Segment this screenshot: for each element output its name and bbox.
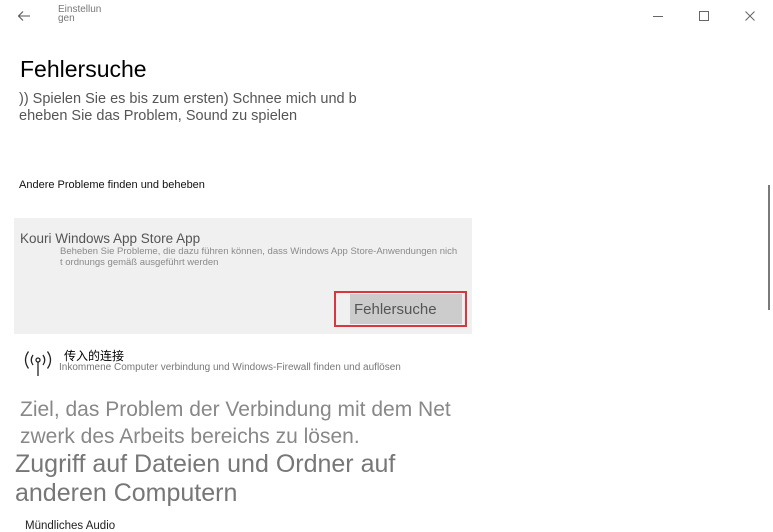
- back-button[interactable]: [12, 4, 36, 28]
- page-description: )) Spielen Sie es bis zum ersten) Schnee…: [19, 91, 357, 124]
- close-button[interactable]: [738, 4, 762, 28]
- settings-window: Einstellungen Fehlersuche )) Spielen Sie…: [0, 0, 773, 532]
- files-text: Zugriff auf Dateien und Ordner auf ander…: [15, 450, 396, 507]
- minimize-button[interactable]: [646, 4, 670, 28]
- maximize-icon: [699, 11, 709, 21]
- antenna-icon: [24, 351, 52, 376]
- scrollbar[interactable]: [768, 185, 770, 310]
- minimize-icon: [653, 16, 663, 17]
- back-arrow-icon: [17, 11, 30, 21]
- title-bar: Einstellungen: [0, 0, 773, 32]
- card-title: Kouri Windows App Store App: [20, 231, 201, 246]
- speech-audio-item[interactable]: Mündliches Audio: [25, 520, 115, 532]
- maximize-button[interactable]: [692, 4, 716, 28]
- incoming-connections-description: Inkommene Computer verbindung und Window…: [59, 362, 401, 373]
- network-text: Ziel, das Problem der Verbindung mit dem…: [20, 398, 451, 448]
- page-title: Fehlersuche: [20, 56, 147, 82]
- window-title: Einstellungen: [58, 4, 102, 24]
- close-icon: [745, 11, 755, 21]
- section-heading: Andere Probleme finden und beheben: [19, 179, 205, 191]
- troubleshooter-card-app-store[interactable]: Kouri Windows App Store App Beheben Sie …: [14, 218, 472, 334]
- card-description: Beheben Sie Probleme, die dazu führen kö…: [60, 246, 458, 268]
- run-troubleshooter-button[interactable]: Fehlersuche: [350, 294, 462, 324]
